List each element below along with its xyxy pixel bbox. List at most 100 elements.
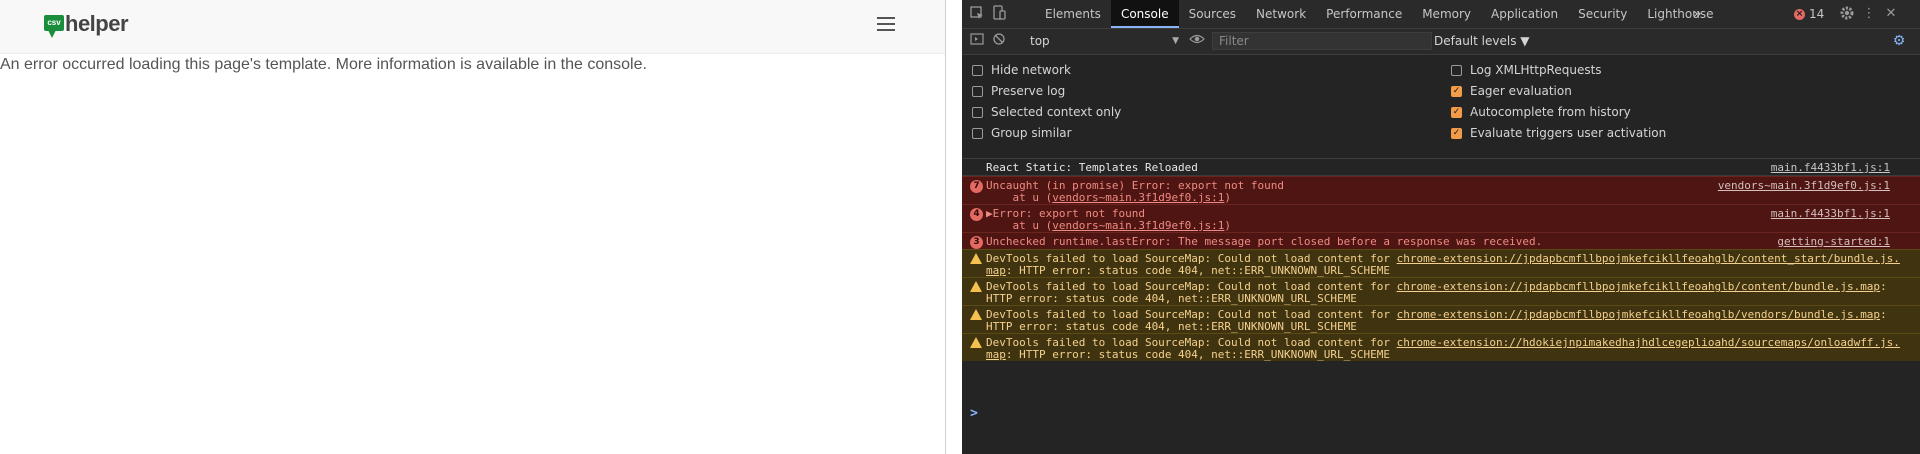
live-expression-eye-icon[interactable] — [1188, 32, 1206, 50]
logo-wordmark: helper — [65, 11, 129, 36]
message-line: at u (vendors~main.3f1d9ef0.js:1) — [986, 191, 1231, 204]
console-log[interactable]: React Static: Templates Reloaded main.f44… — [962, 159, 1920, 176]
context-value: top — [1030, 34, 1050, 48]
checkbox-checked-icon[interactable]: ✓ — [1451, 85, 1462, 97]
web-page: csv helper An error occurred loading thi… — [0, 0, 946, 454]
console-warning[interactable]: DevTools failed to load SourceMap: Could… — [962, 277, 1920, 305]
stack-link[interactable]: vendors~main.3f1d9ef0.js:1 — [1052, 191, 1224, 204]
tab-sources[interactable]: Sources — [1179, 0, 1246, 28]
setting-label: Eager evaluation — [1470, 84, 1572, 98]
console-warning[interactable]: DevTools failed to load SourceMap: Could… — [962, 305, 1920, 333]
message-source-link[interactable]: vendors~main.3f1d9ef0.js:1 — [1718, 179, 1890, 192]
error-count: 14 — [1809, 7, 1825, 21]
tab-elements[interactable]: Elements — [1035, 0, 1111, 28]
checkbox-icon[interactable] — [972, 106, 983, 118]
setting-label: Log XMLHttpRequests — [1470, 63, 1602, 77]
stack-text: ) — [1224, 191, 1232, 204]
console-settings-gear-icon[interactable]: ⚙ — [1892, 34, 1906, 48]
console-error[interactable]: 4 ▶Error: export not found at u (vendors~… — [962, 204, 1920, 232]
console-filter-bar: top ▼ Default levels ▼ ⚙ — [962, 29, 1920, 55]
console-warning[interactable]: DevTools failed to load SourceMap: Could… — [962, 249, 1920, 277]
setting-option[interactable]: ✓ Eager evaluation — [1451, 82, 1572, 100]
setting-option[interactable]: Group similar — [972, 124, 1072, 142]
warning-icon — [970, 337, 982, 348]
message-text: Unchecked runtime.lastError: The message… — [986, 235, 1543, 248]
message-line: React Static: Templates Reloaded — [986, 161, 1198, 174]
tab-lighthouse[interactable]: Lighthouse — [1637, 0, 1723, 28]
setting-label: Hide network — [991, 63, 1071, 77]
tab-security[interactable]: Security — [1568, 0, 1637, 28]
template-error-message: An error occurred loading this page's te… — [0, 56, 647, 73]
message-line: at u (vendors~main.3f1d9ef0.js:1) — [986, 219, 1231, 232]
source-map-link[interactable]: chrome-extension://hdokiejnpimakedhajhdl… — [1397, 336, 1900, 349]
checkbox-icon[interactable] — [972, 127, 983, 139]
close-devtools-icon[interactable]: ✕ — [1882, 5, 1900, 23]
message-source-link[interactable]: getting-started:1 — [1777, 235, 1890, 248]
clear-console-icon[interactable] — [990, 32, 1008, 50]
message-text: React Static: Templates Reloaded — [986, 161, 1198, 174]
more-options-icon[interactable]: ⋮ — [1860, 5, 1878, 23]
tab-application[interactable]: Application — [1481, 0, 1568, 28]
stack-text: at u ( — [986, 191, 1053, 204]
stack-text: ) — [1224, 219, 1232, 232]
devtools-toolbar: Elements Console Sources Network Performance… — [962, 0, 1920, 29]
site-logo[interactable]: csv helper — [44, 11, 129, 40]
warning-icon — [970, 253, 982, 264]
checkbox-icon[interactable] — [972, 64, 983, 76]
source-map-link[interactable]: map — [986, 348, 1006, 361]
message-line: HTTP error: status code 404, net::ERR_UN… — [986, 320, 1357, 333]
tab-network[interactable]: Network — [1246, 0, 1316, 28]
warning-icon — [970, 281, 982, 292]
stack-text: at u ( — [986, 219, 1053, 232]
device-toolbar-icon[interactable] — [990, 5, 1008, 23]
log-levels-dropdown[interactable]: Default levels ▼ — [1434, 32, 1530, 50]
settings-gear-icon[interactable] — [1838, 5, 1856, 23]
more-tabs-icon[interactable]: » — [1693, 0, 1702, 28]
checkbox-icon[interactable] — [972, 85, 983, 97]
dropdown-arrow-icon: ▼ — [1172, 36, 1179, 46]
message-text: HTTP error: status code 404, net::ERR_UN… — [986, 320, 1357, 333]
message-text: : — [1880, 308, 1887, 321]
message-text: : HTTP error: status code 404, net::ERR_… — [1005, 348, 1390, 361]
setting-label: Autocomplete from history — [1470, 105, 1631, 119]
console-error[interactable]: 7 Uncaught (in promise) Error: export not… — [962, 176, 1920, 204]
console-messages: React Static: Templates Reloaded main.f44… — [962, 159, 1920, 454]
context-select[interactable]: top ▼ — [1026, 32, 1185, 50]
setting-option[interactable]: ✓ Autocomplete from history — [1451, 103, 1631, 121]
tab-memory[interactable]: Memory — [1412, 0, 1481, 28]
checkbox-checked-icon[interactable]: ✓ — [1451, 106, 1462, 118]
message-line: HTTP error: status code 404, net::ERR_UN… — [986, 292, 1357, 305]
console-filter-input[interactable] — [1212, 32, 1432, 50]
setting-option[interactable]: ✓ Evaluate triggers user activation — [1451, 124, 1666, 142]
error-icon: × — [1794, 8, 1805, 20]
source-map-link[interactable]: chrome-extension://jpdapbcmfllbpojmkefci… — [1397, 280, 1880, 293]
error-repeat-count: 4 — [970, 208, 983, 221]
console-prompt[interactable]: > — [970, 406, 978, 421]
checkbox-icon[interactable] — [1451, 64, 1462, 76]
setting-label: Preserve log — [991, 84, 1066, 98]
message-line: map: HTTP error: status code 404, net::E… — [986, 264, 1390, 277]
tab-console[interactable]: Console — [1110, 0, 1179, 28]
error-counter[interactable]: × 14 — [1794, 0, 1824, 28]
console-warning[interactable]: DevTools failed to load SourceMap: Could… — [962, 333, 1920, 361]
source-map-link[interactable]: map — [986, 264, 1006, 277]
message-source-link[interactable]: main.f4433bf1.js:1 — [1771, 161, 1890, 174]
setting-label: Evaluate triggers user activation — [1470, 126, 1667, 140]
source-map-link[interactable]: chrome-extension://jpdapbcmfllbpojmkefci… — [1397, 308, 1880, 321]
console-error[interactable]: 3 Unchecked runtime.lastError: The messag… — [962, 232, 1920, 249]
inspect-element-icon[interactable] — [968, 5, 986, 23]
setting-option[interactable]: Preserve log — [972, 82, 1065, 100]
checkbox-checked-icon[interactable]: ✓ — [1451, 127, 1462, 139]
source-map-link[interactable]: chrome-extension://jpdapbcmfllbpojmkefci… — [1397, 252, 1900, 265]
setting-option[interactable]: Selected context only — [972, 103, 1121, 121]
sidebar-toggle-icon[interactable] — [968, 32, 986, 50]
tab-performance[interactable]: Performance — [1316, 0, 1412, 28]
warning-icon — [970, 309, 982, 320]
message-source-link[interactable]: main.f4433bf1.js:1 — [1771, 207, 1890, 220]
setting-option[interactable]: Log XMLHttpRequests — [1451, 61, 1602, 79]
stack-link[interactable]: vendors~main.3f1d9ef0.js:1 — [1052, 219, 1224, 232]
message-line: Unchecked runtime.lastError: The message… — [986, 235, 1542, 248]
setting-option[interactable]: Hide network — [972, 61, 1071, 79]
menu-toggle-icon[interactable] — [877, 17, 895, 31]
setting-label: Selected context only — [991, 105, 1122, 119]
